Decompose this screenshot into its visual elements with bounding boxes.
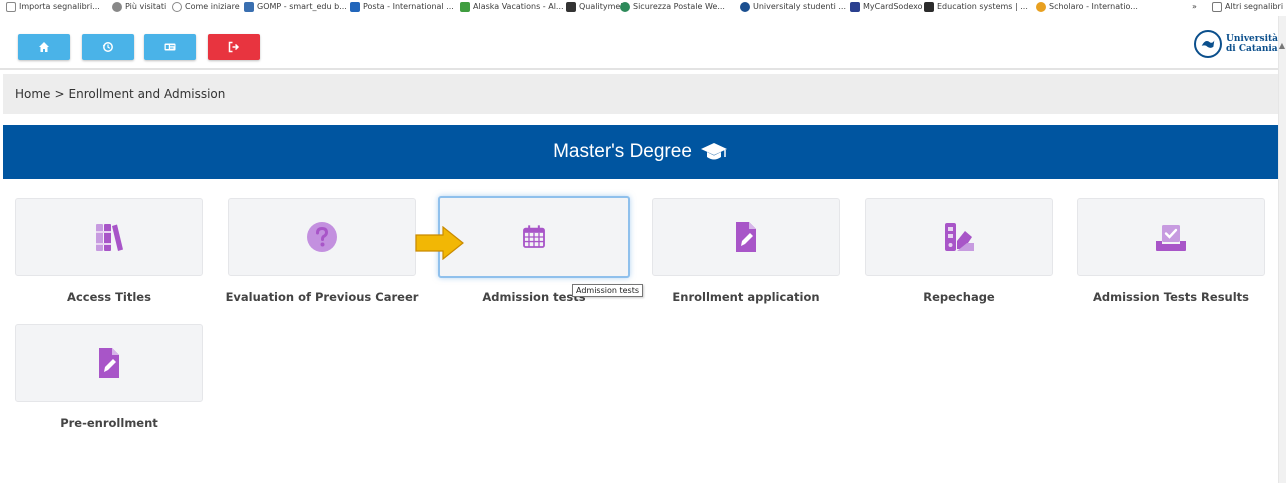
top-toolbar: Università di Catania (0, 20, 1278, 70)
tile-label: Enrollment application (672, 290, 820, 304)
pointer-arrow-icon (415, 226, 464, 260)
tile-label: Access Titles (67, 290, 151, 304)
swatchbook-icon (945, 223, 974, 251)
tile-admission-tests-results[interactable] (1077, 198, 1265, 276)
id-card-button[interactable] (144, 34, 196, 60)
breadcrumb-current: Enrollment and Admission (68, 87, 226, 101)
gear-icon (112, 2, 122, 12)
bookmark-item[interactable]: Education systems | ... (924, 1, 1028, 13)
tile-admission-tests[interactable] (438, 196, 630, 278)
page-scrollbar[interactable] (1278, 16, 1286, 483)
tile-repechage[interactable] (865, 198, 1053, 276)
other-bookmarks[interactable]: Altri segnalibri (1212, 1, 1283, 13)
bookmark-item[interactable]: Sicurezza Postale We... (620, 1, 725, 13)
logout-button[interactable] (208, 34, 260, 60)
history-icon (102, 42, 113, 52)
breadcrumb: Home > Enrollment and Admission (3, 74, 1278, 114)
calendar-icon (523, 225, 545, 248)
bookmark-item[interactable]: Qualitymei (566, 1, 623, 13)
flag-icon (566, 2, 576, 12)
tile-access-titles[interactable] (15, 198, 203, 276)
bookmark-item[interactable]: Importa segnalibri... (6, 1, 100, 13)
bookmark-item[interactable]: Alaska Vacations - Al... (460, 1, 564, 13)
home-icon (39, 42, 49, 52)
logo-line-1: Università (1226, 34, 1278, 44)
graduation-cap-icon (700, 143, 727, 160)
file-signature-icon (736, 222, 756, 252)
education-icon (924, 2, 934, 12)
import-icon (6, 2, 16, 12)
tile-label: Evaluation of Previous Career (225, 290, 419, 304)
page-banner: Master's Degree (3, 125, 1278, 179)
scholaro-icon (1036, 2, 1046, 12)
landscape-icon (460, 2, 470, 12)
history-button[interactable] (82, 34, 134, 60)
bookmark-item[interactable]: Più visitati (112, 1, 166, 13)
home-button[interactable] (18, 34, 70, 60)
bookmarks-overflow[interactable]: » (1192, 1, 1197, 13)
bookmark-item[interactable]: Universitaly studenti ... (740, 1, 846, 13)
universitaly-icon (740, 2, 750, 12)
question-circle-icon (307, 222, 337, 252)
folder-icon (1212, 2, 1222, 12)
bookmark-item[interactable]: GOMP - smart_edu b... (244, 1, 347, 13)
shield-icon (620, 2, 630, 12)
star-icon (850, 2, 860, 12)
bookmark-item[interactable]: MyCardSodexo (850, 1, 923, 13)
scroll-up-arrow-icon[interactable]: ▲ (1278, 40, 1286, 52)
tile-label: Admission Tests Results (1092, 290, 1250, 304)
books-icon (96, 224, 123, 251)
tile-label: Repechage (923, 290, 995, 304)
page-title: Master's Degree (553, 141, 692, 162)
tooltip: Admission tests (572, 284, 644, 297)
breadcrumb-separator: > (54, 87, 65, 101)
breadcrumb-home[interactable]: Home (15, 87, 50, 101)
gomp-icon (244, 2, 254, 12)
file-signature-icon (99, 348, 119, 378)
tile-pre-enrollment[interactable] (15, 324, 203, 402)
university-seal-icon (1194, 30, 1223, 58)
university-logo[interactable]: Università di Catania (1194, 30, 1278, 58)
bookmarks-bar: Importa segnalibri... Più visitati Come … (0, 0, 1286, 16)
bookmark-item[interactable]: Posta - International ... (350, 1, 454, 13)
tile-enrollment-application[interactable] (652, 198, 840, 276)
vote-box-icon (1156, 225, 1186, 251)
id-card-icon (164, 43, 176, 51)
bookmark-item[interactable]: Scholaro - Internatio... (1036, 1, 1138, 13)
logo-line-2: di Catania (1226, 44, 1278, 54)
globe-icon (172, 2, 182, 12)
tile-label: Pre-enrollment (60, 416, 158, 430)
tile-evaluation-previous-career[interactable] (228, 198, 416, 276)
outlook-icon (350, 2, 360, 12)
logout-icon (228, 41, 240, 53)
bookmark-item[interactable]: Come iniziare (172, 1, 240, 13)
